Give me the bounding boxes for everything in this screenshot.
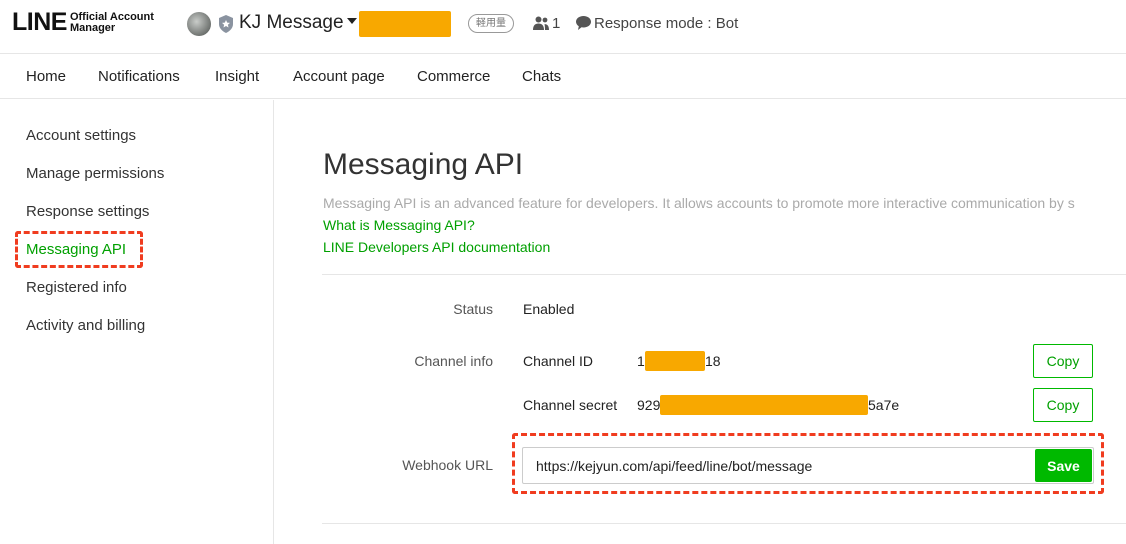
channel-info-label: Channel info: [414, 353, 493, 369]
divider: [322, 274, 1126, 275]
channel-secret-label: Channel secret: [523, 397, 618, 413]
channel-id-label: Channel ID: [523, 353, 594, 369]
response-mode-status[interactable]: Response mode : Bot: [594, 15, 738, 32]
line-logo[interactable]: LINE Official Account Manager: [12, 8, 154, 37]
sidebar-item-activity-billing[interactable]: Activity and billing: [26, 317, 145, 334]
nav-commerce[interactable]: Commerce: [417, 68, 490, 85]
page-description: Messaging API is an advanced feature for…: [323, 195, 1075, 211]
logo-main-text: LINE: [12, 8, 67, 36]
redaction-mark: [645, 351, 705, 371]
sidebar-item-response-settings[interactable]: Response settings: [26, 203, 149, 220]
divider: [322, 523, 1126, 524]
nav-chats[interactable]: Chats: [522, 68, 561, 85]
people-icon: [533, 16, 549, 30]
shield-icon: [219, 15, 233, 33]
page-title: Messaging API: [323, 148, 524, 181]
sidebar-item-registered-info[interactable]: Registered info: [26, 279, 127, 296]
chat-bubble-icon: [576, 16, 591, 30]
channel-id-suffix: 18: [705, 353, 721, 369]
sidebar-item-account-settings[interactable]: Account settings: [26, 127, 136, 144]
nav-home[interactable]: Home: [26, 68, 66, 85]
logo-sub-line2: Manager: [69, 21, 116, 34]
nav-notifications[interactable]: Notifications: [98, 68, 180, 85]
annotation-highlight-messaging-api: [15, 231, 143, 268]
redaction-mark: [660, 395, 868, 415]
sidebar-item-manage-permissions[interactable]: Manage permissions: [26, 165, 164, 182]
channel-id-prefix: 1: [637, 353, 645, 369]
caret-down-icon[interactable]: [347, 18, 357, 24]
channel-secret-prefix: 929: [637, 397, 661, 413]
account-name[interactable]: KJ Message: [239, 12, 344, 34]
link-line-developers-docs[interactable]: LINE Developers API documentation: [323, 239, 550, 255]
channel-secret-suffix: 5a7e: [868, 397, 900, 413]
main-content: Messaging API Messaging API is an advanc…: [275, 100, 1126, 544]
link-what-is-messaging-api[interactable]: What is Messaging API?: [323, 217, 475, 233]
account-avatar[interactable]: [187, 12, 211, 36]
annotation-highlight-webhook: [512, 433, 1104, 494]
nav-insight[interactable]: Insight: [215, 68, 259, 85]
nav-account-page[interactable]: Account page: [293, 68, 385, 85]
copy-channel-id-button[interactable]: Copy: [1033, 344, 1093, 378]
copy-channel-secret-button[interactable]: Copy: [1033, 388, 1093, 422]
follower-count: 1: [552, 15, 561, 32]
top-bar: LINE Official Account Manager KJ Message…: [0, 0, 1126, 54]
webhook-url-label: Webhook URL: [402, 457, 493, 473]
settings-sidebar: Account settings Manage permissions Resp…: [0, 100, 274, 544]
logo-sub-text: Official Account Manager: [69, 11, 154, 34]
plan-badge: 軽用量: [468, 14, 514, 33]
redaction-mark: [359, 11, 451, 37]
status-value: Enabled: [523, 301, 575, 317]
status-label: Status: [453, 301, 493, 317]
main-nav: Home Notifications Insight Account page …: [0, 55, 1126, 99]
